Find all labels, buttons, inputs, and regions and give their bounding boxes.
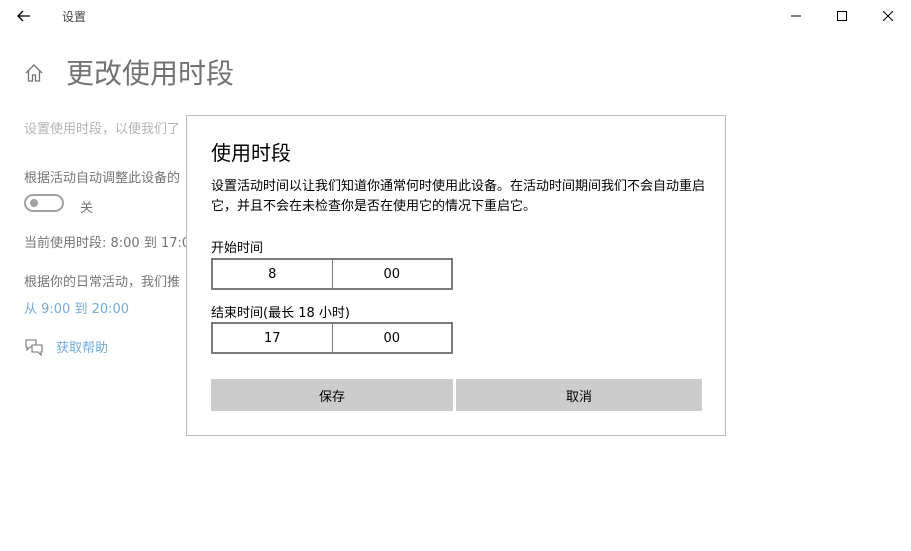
start-time-label: 开始时间 <box>211 241 264 256</box>
chat-help-icon <box>24 336 44 357</box>
home-button[interactable] <box>24 63 46 85</box>
end-minute-field[interactable]: 00 <box>331 324 452 352</box>
suggested-hours-link[interactable]: 从 9:00 到 20:00 <box>24 298 129 317</box>
back-arrow-icon <box>17 10 30 22</box>
window-title: 设置 <box>62 10 87 24</box>
cancel-button[interactable]: 取消 <box>456 379 702 411</box>
end-hour-field[interactable]: 17 <box>213 324 332 352</box>
close-icon <box>883 11 893 21</box>
maximize-button[interactable] <box>820 0 864 32</box>
active-hours-dialog: 使用时段 设置活动时间以让我们知道你通常何时使用此设备。在活动时间期间我们不会自… <box>186 115 726 436</box>
current-hours-text: 当前使用时段: 8:00 到 17:00 <box>24 236 199 251</box>
close-button[interactable] <box>866 0 910 32</box>
toggle-state-label: 关 <box>80 201 94 216</box>
end-time-label: 结束时间(最长 18 小时) <box>211 306 350 321</box>
home-icon <box>25 64 43 82</box>
minimize-icon <box>791 15 801 17</box>
start-hour-field[interactable]: 8 <box>213 260 332 288</box>
intro-text: 设置使用时段，以便我们了 <box>24 122 181 137</box>
help-link[interactable]: 获取帮助 <box>56 337 108 356</box>
back-button[interactable] <box>10 2 38 30</box>
minimize-button[interactable] <box>774 0 818 32</box>
dialog-description: 设置活动时间以让我们知道你通常何时使用此设备。在活动时间期间我们不会自动重启它，… <box>211 179 706 214</box>
start-time-picker[interactable]: 8 00 <box>211 258 453 290</box>
auto-adjust-toggle[interactable] <box>24 194 64 212</box>
save-button[interactable]: 保存 <box>211 379 453 411</box>
page-title: 更改使用时段 <box>66 57 235 90</box>
dialog-title: 使用时段 <box>211 141 291 165</box>
daily-activity-text: 根据你的日常活动，我们推 <box>24 275 181 290</box>
end-time-picker[interactable]: 17 00 <box>211 322 453 354</box>
maximize-icon <box>837 11 847 21</box>
toggle-knob <box>30 199 38 207</box>
start-minute-field[interactable]: 00 <box>331 260 452 288</box>
auto-adjust-label: 根据活动自动调整此设备的 <box>24 171 181 186</box>
